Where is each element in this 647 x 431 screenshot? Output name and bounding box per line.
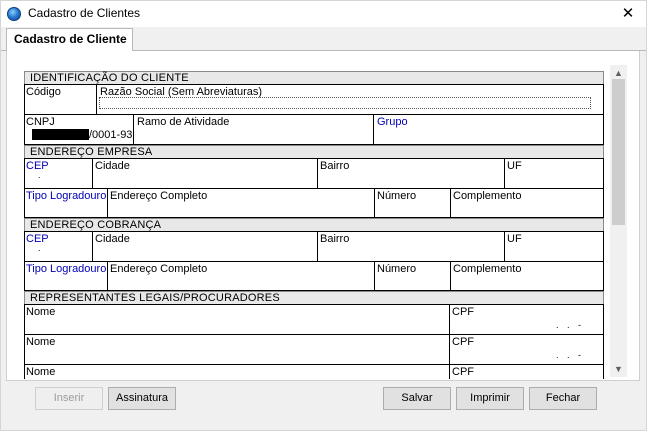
form-scroll-area: IDENTIFICAÇÃO DO CLIENTE Código Razão So… (19, 67, 612, 379)
cnpj-value: /0001-93 (89, 129, 133, 141)
tab-cadastro-cliente[interactable]: Cadastro de Cliente (6, 28, 133, 52)
numero-label: Número (377, 190, 417, 202)
tab-panel: IDENTIFICAÇÃO DO CLIENTE Código Razão So… (6, 51, 640, 381)
cobranca-uf-label: UF (507, 233, 522, 245)
codigo-label: Código (26, 86, 61, 98)
tab-bar: Cadastro de Cliente (1, 27, 646, 52)
section-identificacao: IDENTIFICAÇÃO DO CLIENTE (24, 71, 604, 85)
representante-3-nome-field[interactable] (24, 364, 450, 379)
representante-2-cpf-label: CPF (452, 336, 474, 348)
cobranca-endereco-completo-label: Endereço Completo (110, 263, 208, 275)
cobranca-tipo-logradouro-label[interactable]: Tipo Logradouro (26, 263, 106, 275)
cnpj-label: CNPJ (26, 116, 55, 128)
salvar-button[interactable]: Salvar (383, 387, 451, 410)
close-button[interactable]: ✕ (611, 1, 645, 27)
bairro-label: Bairro (320, 160, 350, 172)
title-bar: Cadastro de Clientes ✕ (1, 1, 646, 27)
ramo-atividade-label: Ramo de Atividade (137, 116, 230, 128)
uf-label: UF (507, 160, 522, 172)
representante-3-nome-label: Nome (26, 366, 56, 378)
grupo-label[interactable]: Grupo (377, 116, 408, 128)
representante-3-cpf-label: CPF (452, 366, 474, 378)
cobranca-numero-label: Número (377, 263, 417, 275)
representante-1-cpf-mask: . . - (556, 320, 584, 330)
fechar-button[interactable]: Fechar (529, 387, 597, 410)
cidade-label: Cidade (95, 160, 130, 172)
endereco-completo-label: Endereço Completo (110, 190, 208, 202)
razao-social-input[interactable] (99, 97, 591, 109)
cobranca-cep-mask: . (38, 243, 44, 253)
close-icon: ✕ (621, 5, 635, 22)
scrollbar-thumb[interactable] (612, 79, 625, 225)
window-title: Cadastro de Clientes (28, 6, 141, 20)
cobranca-cidade-label: Cidade (95, 233, 130, 245)
vertical-scrollbar[interactable]: ▲ ▼ (610, 65, 627, 377)
scroll-down-arrow-icon[interactable]: ▼ (610, 361, 627, 377)
grupo-field[interactable] (373, 114, 604, 145)
section-endereco-empresa: ENDEREÇO EMPRESA (24, 145, 604, 159)
representante-1-nome-field[interactable] (24, 304, 450, 335)
cobranca-complemento-label: Complemento (453, 263, 522, 275)
section-endereco-cobranca: ENDEREÇO COBRANÇA (24, 218, 604, 232)
representante-2-cpf-mask: . . - (556, 350, 584, 360)
imprimir-button[interactable]: Imprimir (456, 387, 524, 410)
assinatura-button[interactable]: Assinatura (108, 387, 176, 410)
representante-2-nome-field[interactable] (24, 334, 450, 365)
representante-1-nome-label: Nome (26, 306, 56, 318)
section-representantes: REPRESENTANTES LEGAIS/PROCURADORES (24, 291, 604, 305)
cep-mask: . (38, 170, 44, 180)
tipo-logradouro-label[interactable]: Tipo Logradouro (26, 190, 106, 202)
complemento-label: Complemento (453, 190, 522, 202)
cnpj-redaction (32, 129, 89, 140)
cobranca-bairro-label: Bairro (320, 233, 350, 245)
inserir-button[interactable]: Inserir (35, 387, 103, 410)
representante-2-nome-label: Nome (26, 336, 56, 348)
representante-1-cpf-label: CPF (452, 306, 474, 318)
app-globe-icon (7, 7, 21, 21)
window: Cadastro de Clientes ✕ Cadastro de Clien… (0, 0, 647, 431)
